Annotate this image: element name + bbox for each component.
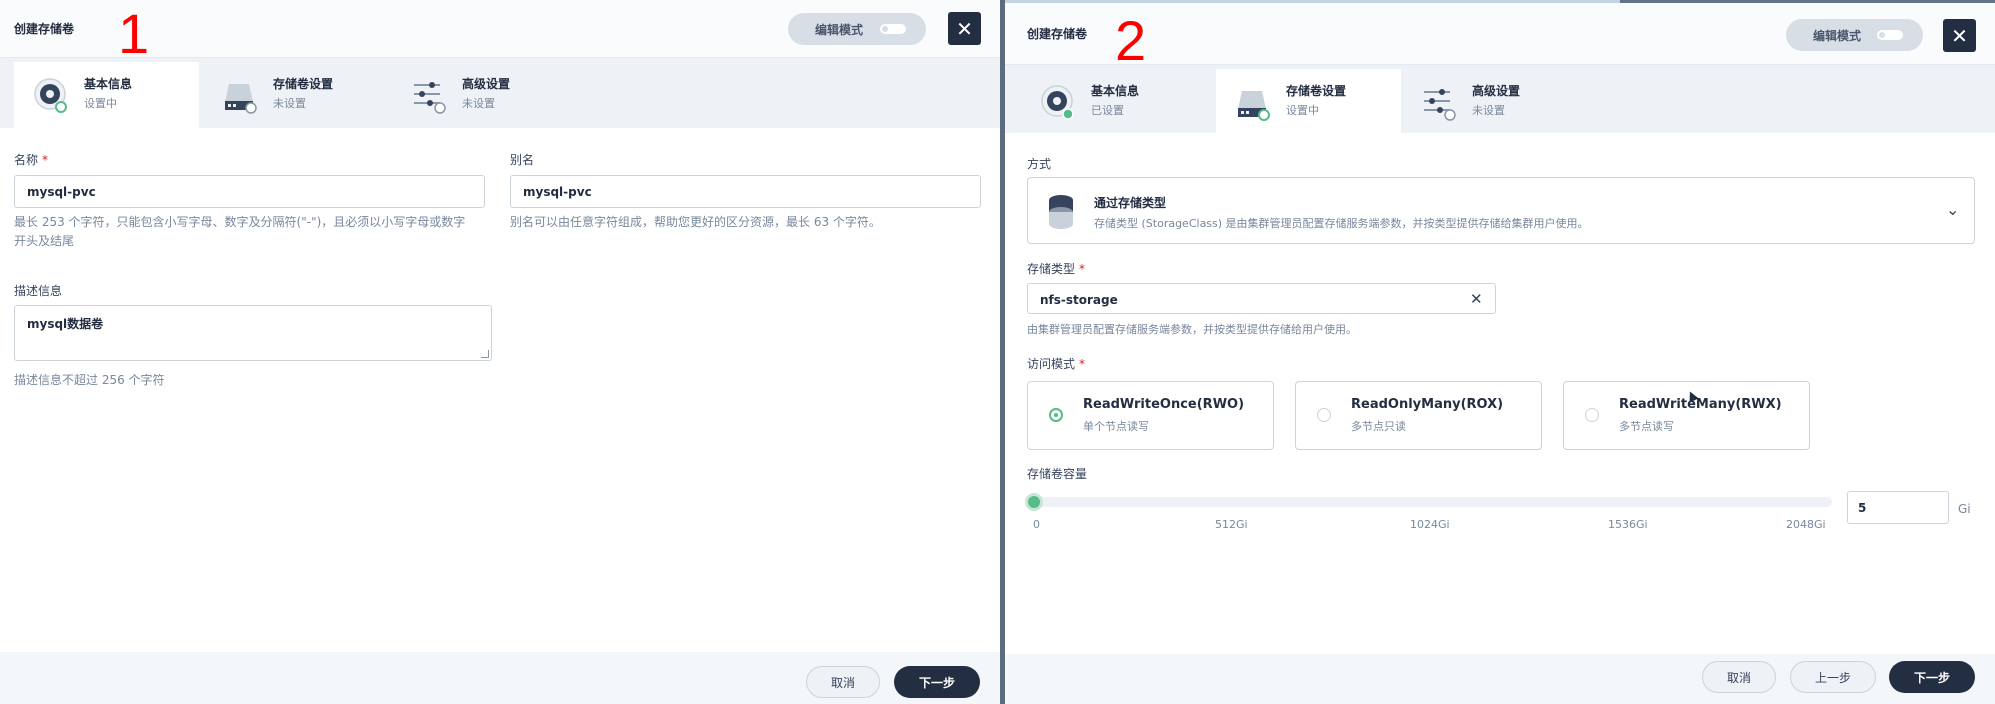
tab-title: 存储卷设置: [1286, 84, 1347, 98]
tab-title: 基本信息: [1091, 84, 1140, 98]
method-desc: 存储类型 (StorageClass) 是由集群管理员配置存储服务端参数，并按类…: [1094, 217, 1589, 230]
dialog-basic-info: 创建存储卷 1 编辑模式 ✕ 基本信息 设置中 存储卷设置 未设置 高级设置 未…: [0, 0, 1000, 704]
access-mode-rwx[interactable]: ReadWriteMany(RWX) 多节点读写: [1563, 381, 1810, 450]
slider-tick: 1024Gi: [1410, 518, 1450, 531]
access-mode-rwo[interactable]: ReadWriteOnce(RWO) 单个节点读写: [1027, 381, 1274, 450]
tab-volume-settings[interactable]: 存储卷设置 设置中: [1216, 69, 1401, 133]
toggle-switch: [880, 24, 906, 34]
sliders-icon: [1424, 89, 1456, 121]
name-field[interactable]: mysql-pvc: [14, 175, 485, 208]
disc-icon: [1041, 85, 1074, 120]
storage-class-help: 由集群管理员配置存储服务端参数，并按类型提供存储给用户使用。: [1027, 323, 1357, 336]
access-mode-title: ReadWriteMany(RWX): [1619, 397, 1782, 412]
dialog-footer: 取消 上一步 下一步: [1005, 654, 1995, 704]
disc-icon: [34, 78, 67, 113]
access-mode-desc: 多节点读写: [1619, 420, 1674, 433]
tab-volume-settings[interactable]: 存储卷设置 未设置: [203, 62, 388, 128]
method-select[interactable]: 通过存储类型 存储类型 (StorageClass) 是由集群管理员配置存储服务…: [1027, 177, 1975, 244]
dialog-header: 创建存储卷 2 编辑模式 ✕: [1005, 3, 1995, 69]
capacity-unit: Gi: [1958, 502, 1971, 516]
dialog-title: 创建存储卷: [1027, 27, 1088, 41]
storage-class-value: nfs-storage: [1040, 293, 1118, 307]
slider-tick: 2048Gi: [1786, 518, 1826, 531]
name-help: 最长 253 个字符，只能包含小写字母、数字及分隔符("-")，且必须以小写字母…: [14, 215, 466, 248]
slider-tick: 0: [1033, 518, 1040, 531]
access-mode-desc: 单个节点读写: [1083, 420, 1149, 433]
chevron-down-icon: ⌄: [1946, 200, 1960, 219]
name-label: 名称 *: [14, 153, 49, 167]
annotation-marker: 2: [1115, 9, 1147, 72]
dialog-header: 创建存储卷 1 编辑模式 ✕: [0, 0, 1000, 62]
storage-class-select[interactable]: nfs-storage ✕: [1027, 283, 1496, 314]
tab-advanced-settings[interactable]: 高级设置 未设置: [1402, 69, 1587, 133]
resize-handle[interactable]: [481, 350, 489, 358]
previous-button[interactable]: 上一步: [1790, 661, 1876, 693]
sliders-icon: [414, 82, 446, 114]
close-button[interactable]: ✕: [948, 12, 981, 45]
capacity-input[interactable]: 5: [1847, 491, 1949, 524]
tab-title: 存储卷设置: [273, 77, 334, 91]
access-mode-rox[interactable]: ReadOnlyMany(ROX) 多节点只读: [1295, 381, 1542, 450]
tab-status: 未设置: [1472, 104, 1505, 117]
description-textarea[interactable]: mysql数据卷: [14, 305, 492, 361]
alias-field[interactable]: mysql-pvc: [510, 175, 981, 208]
storage-class-label: 存储类型 *: [1027, 262, 1086, 276]
tab-status: 未设置: [462, 97, 495, 110]
access-mode-title: ReadWriteOnce(RWO): [1083, 397, 1245, 412]
method-title: 通过存储类型: [1094, 196, 1167, 210]
next-button[interactable]: 下一步: [1889, 661, 1975, 693]
dialog-title: 创建存储卷: [14, 22, 75, 36]
alias-label: 别名: [510, 153, 535, 167]
method-label: 方式: [1027, 157, 1052, 171]
slider-tick: 1536Gi: [1608, 518, 1648, 531]
capacity-label: 存储卷容量: [1027, 467, 1088, 481]
tab-basic-info[interactable]: 基本信息 设置中: [14, 62, 199, 128]
capacity-slider-track[interactable]: [1027, 497, 1832, 507]
cancel-button[interactable]: 取消: [806, 666, 880, 698]
close-icon: ✕: [956, 16, 973, 41]
access-mode-desc: 多节点只读: [1351, 420, 1406, 433]
step-tabs: 基本信息 设置中 存储卷设置 未设置 高级设置 未设置: [0, 58, 1000, 128]
annotation-marker: 1: [118, 2, 150, 65]
access-mode-label: 访问模式 *: [1027, 357, 1086, 371]
hard-disk-icon: [225, 84, 257, 114]
close-icon: ✕: [1951, 23, 1968, 48]
capacity-slider-handle[interactable]: [1025, 493, 1043, 511]
tab-title: 基本信息: [84, 77, 133, 91]
dialog-footer: 取消 下一步: [0, 652, 1000, 704]
tab-basic-info[interactable]: 基本信息 已设置: [1021, 69, 1206, 133]
edit-mode-toggle[interactable]: 编辑模式: [788, 13, 926, 45]
screenshot-root: 创建存储卷 1 编辑模式 ✕ 基本信息 设置中 存储卷设置 未设置 高级设置 未…: [0, 0, 1995, 704]
tab-status: 设置中: [84, 97, 117, 110]
description-value: mysql数据卷: [27, 317, 104, 331]
tab-status: 未设置: [273, 97, 306, 110]
tab-advanced-settings[interactable]: 高级设置 未设置: [392, 62, 577, 128]
access-mode-title: ReadOnlyMany(ROX): [1351, 397, 1504, 412]
edit-mode-toggle[interactable]: 编辑模式: [1786, 19, 1923, 51]
dialog-volume-settings: 创建存储卷 2 编辑模式 ✕ 基本信息 已设置 存储卷设置 设置中 高级设置 未…: [1005, 0, 1995, 704]
edit-mode-label: 编辑模式: [1813, 28, 1862, 43]
radio-icon: [1317, 408, 1331, 422]
alias-help: 别名可以由任意字符组成，帮助您更好的区分资源，最长 63 个字符。: [510, 215, 881, 229]
hard-disk-icon: [1238, 91, 1270, 121]
close-button[interactable]: ✕: [1943, 19, 1976, 52]
radio-icon: [1585, 408, 1599, 422]
radio-selected-icon: [1049, 408, 1063, 422]
step-tabs: 基本信息 已设置 存储卷设置 设置中 高级设置 未设置: [1005, 65, 1995, 133]
tab-title: 高级设置: [1472, 84, 1521, 98]
database-icon: [1049, 195, 1073, 229]
cancel-button[interactable]: 取消: [1702, 661, 1776, 693]
tab-title: 高级设置: [462, 77, 511, 91]
tab-status: 已设置: [1091, 104, 1124, 117]
description-help: 描述信息不超过 256 个字符: [14, 373, 165, 387]
slider-tick: 512Gi: [1215, 518, 1248, 531]
tab-status: 设置中: [1286, 104, 1319, 117]
next-button[interactable]: 下一步: [894, 666, 980, 698]
clear-icon[interactable]: ✕: [1470, 290, 1483, 308]
toggle-switch: [1877, 30, 1903, 40]
description-label: 描述信息: [14, 284, 63, 298]
edit-mode-label: 编辑模式: [815, 22, 864, 37]
